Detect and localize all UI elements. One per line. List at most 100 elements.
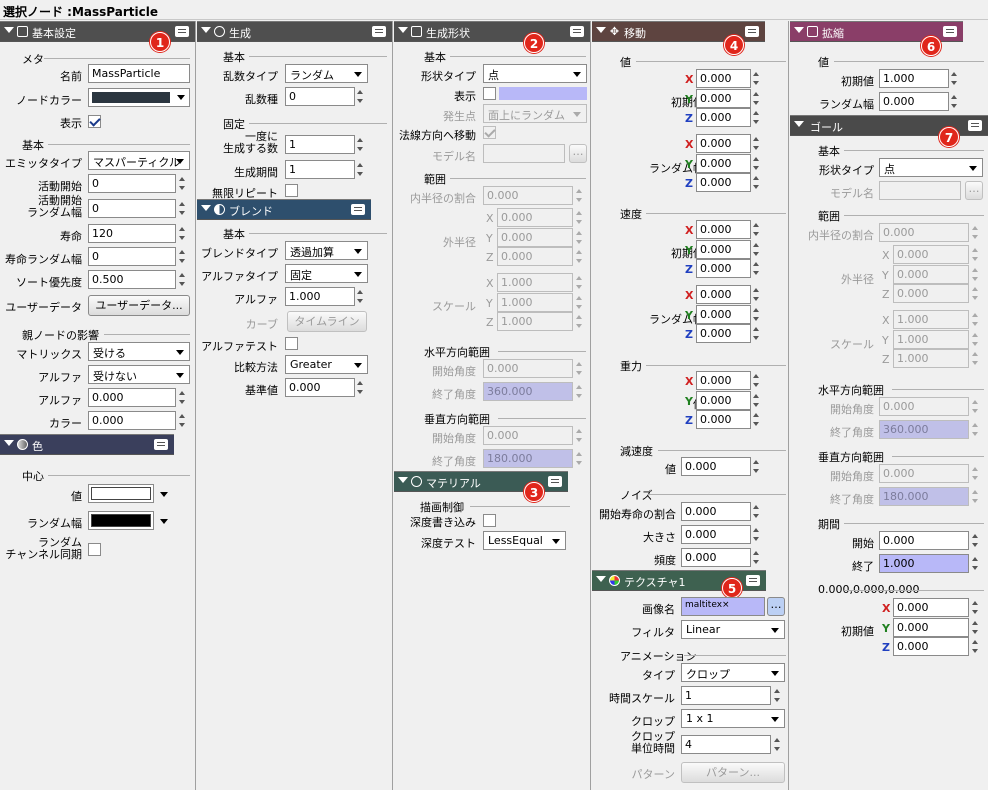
compare-select[interactable]: Greater [285,355,368,374]
gravity-x-field[interactable]: 0.000 [696,371,751,390]
rand-x-field[interactable]: 0.000 [696,134,751,153]
pos-y-field[interactable]: 0.000 [893,618,969,637]
start-field[interactable]: 0 [88,174,176,193]
v-start-field[interactable]: 0.000 [483,426,573,445]
spin-button[interactable] [573,273,586,292]
spin-button[interactable] [948,92,961,111]
outer-x-field[interactable]: 0.000 [497,208,573,227]
period-end-field[interactable]: 1.000 [879,554,969,573]
spin-button[interactable] [354,378,367,397]
spin-button[interactable] [750,259,763,278]
filter-select[interactable]: Linear [681,620,785,639]
color-rand-picker[interactable] [88,511,168,530]
spin-button[interactable] [750,220,763,239]
spin-button[interactable] [969,223,982,242]
spin-button[interactable] [771,735,784,754]
spin-button[interactable] [176,199,189,218]
comment-icon[interactable] [548,476,562,487]
visible-checkbox[interactable] [483,87,496,100]
crop-unit-field[interactable]: 4 [681,735,771,754]
image-browse-button[interactable]: … [767,597,785,616]
alpha-test-checkbox[interactable] [285,337,298,350]
period-start-field[interactable]: 0.000 [879,531,969,550]
goal-outer-z-field[interactable]: 0.000 [893,284,969,303]
spin-button[interactable] [969,310,982,329]
model-name-field[interactable] [483,144,565,163]
decel-field[interactable]: 0.000 [681,457,751,476]
spin-button[interactable] [354,135,367,154]
spin-button[interactable] [354,287,367,306]
speed-rand-y-field[interactable]: 0.000 [696,305,751,324]
spin-button[interactable] [573,312,586,331]
name-field[interactable]: MassParticle [88,64,190,83]
comment-icon[interactable] [746,575,760,586]
spin-button[interactable] [354,87,367,106]
pos-z-field[interactable]: 0.000 [893,637,969,656]
collapse-triangle[interactable] [201,205,211,211]
color-sync-checkbox[interactable] [88,543,101,556]
spin-button[interactable] [176,270,189,289]
h-end-field[interactable]: 360.000 [483,382,573,401]
spin-button[interactable] [573,208,586,227]
life-rand-field[interactable]: 0 [88,247,176,266]
spin-button[interactable] [176,174,189,193]
scale-y-field[interactable]: 1.000 [497,293,573,312]
spin-button[interactable] [354,160,367,179]
collapse-triangle[interactable] [794,121,804,127]
spin-button[interactable] [573,426,586,445]
comment-icon[interactable] [968,120,982,131]
spin-button[interactable] [969,637,982,656]
spin-button[interactable] [573,359,586,378]
spin-button[interactable] [573,449,586,468]
spin-button[interactable] [750,173,763,192]
spin-button[interactable] [750,108,763,127]
init-z-field[interactable]: 0.000 [696,108,751,127]
init-x-field[interactable]: 0.000 [696,69,751,88]
speed-init-z-field[interactable]: 0.000 [696,259,751,278]
goal-v-end-field[interactable]: 180.000 [879,487,969,506]
start-rand-field[interactable]: 0 [88,199,176,218]
spin-button[interactable] [750,548,763,567]
period-field[interactable]: 1 [285,160,355,179]
spin-button[interactable] [176,388,189,407]
spin-button[interactable] [750,89,763,108]
goal-h-end-field[interactable]: 360.000 [879,420,969,439]
normal-move-checkbox[interactable] [483,126,496,139]
collapse-triangle[interactable] [596,576,606,582]
spin-button[interactable] [969,420,982,439]
collapse-triangle[interactable] [201,27,211,33]
rand-type-select[interactable]: ランダム [285,64,368,83]
image-name-field[interactable]: maltitex× [681,597,765,616]
ref-value-field[interactable]: 0.000 [285,378,355,397]
goal-scale-y-field[interactable]: 1.000 [893,330,969,349]
emitter-type-select[interactable]: マスパーティクル [88,151,190,170]
alpha-select[interactable]: 受けない [88,365,190,384]
spin-button[interactable] [771,686,784,705]
repeat-checkbox[interactable] [285,184,298,197]
color-influence-field[interactable]: 0.000 [88,411,176,430]
spin-button[interactable] [750,69,763,88]
spin-button[interactable] [750,410,763,429]
spin-button[interactable] [969,464,982,483]
anim-type-select[interactable]: クロップ [681,663,785,682]
color-value-picker[interactable] [88,484,168,503]
comment-icon[interactable] [745,26,759,37]
scale-rand-field[interactable]: 0.000 [879,92,949,111]
pos-x-field[interactable]: 0.000 [893,598,969,617]
spin-button[interactable] [573,382,586,401]
seed-field[interactable]: 0 [285,87,355,106]
node-color-picker[interactable] [88,88,190,107]
goal-v-start-field[interactable]: 0.000 [879,464,969,483]
spin-button[interactable] [750,525,763,544]
comment-icon[interactable] [372,26,386,37]
comment-icon[interactable] [570,26,584,37]
spin-button[interactable] [750,154,763,173]
collapse-triangle[interactable] [596,27,606,33]
rand-z-field[interactable]: 0.000 [696,173,751,192]
v-end-field[interactable]: 180.000 [483,449,573,468]
goal-h-start-field[interactable]: 0.000 [879,397,969,416]
alpha-field[interactable]: 1.000 [285,287,355,306]
spin-button[interactable] [969,397,982,416]
init-y-field[interactable]: 0.000 [696,89,751,108]
h-start-field[interactable]: 0.000 [483,359,573,378]
